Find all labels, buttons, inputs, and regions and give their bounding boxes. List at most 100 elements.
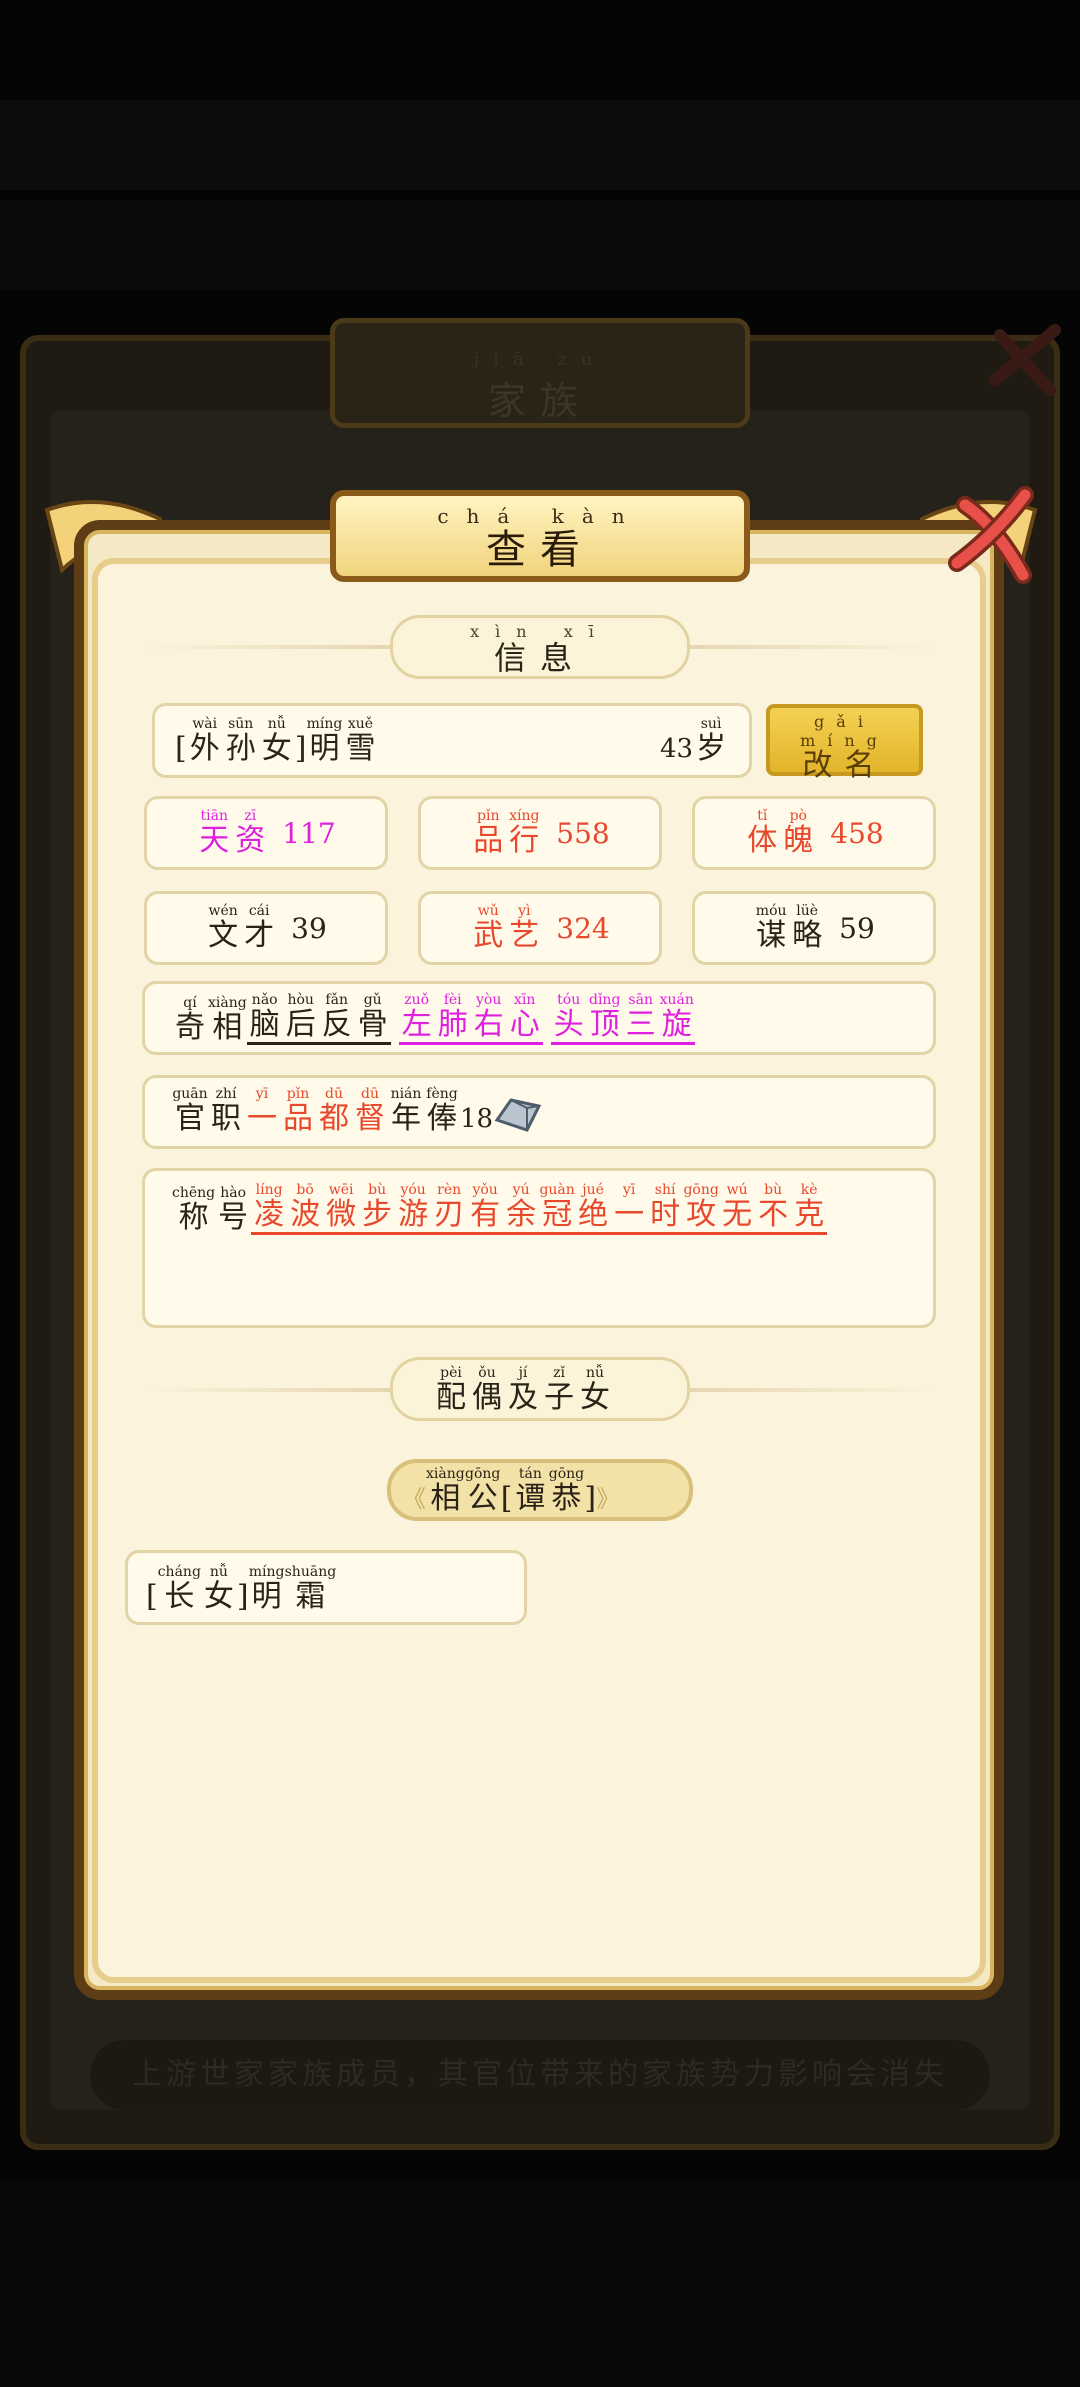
background-top-bar bbox=[0, 100, 1080, 190]
ruby-pinyin: lüè bbox=[796, 903, 819, 919]
ruby-hanzi: 心 bbox=[509, 1007, 540, 1042]
official-row: guān 官 zhí 职 yī 一 pǐn 品 dū 都 dū 督 nián 年 fèng 俸 18 bbox=[172, 1086, 543, 1136]
ruby-hanzi: 才 bbox=[244, 918, 275, 953]
ruby-char: xíng 行 bbox=[506, 808, 542, 858]
ruby-hanzi: 艺 bbox=[509, 918, 540, 953]
ruby-char: hào 号 bbox=[215, 1185, 251, 1235]
ruby-char: gōng 攻 bbox=[683, 1182, 719, 1232]
ruby-pinyin: gōng bbox=[683, 1182, 719, 1198]
ruby-char: gǔ 骨 bbox=[355, 992, 391, 1042]
ruby-hanzi: 子 bbox=[544, 1380, 574, 1415]
ruby-hanzi: 天 bbox=[199, 823, 230, 858]
ruby-pinyin: wén bbox=[208, 903, 238, 919]
ruby-char: nǚ 女 bbox=[259, 716, 295, 766]
ruby-char: wú 无 bbox=[719, 1182, 755, 1232]
ruby-pinyin: tán bbox=[518, 1466, 542, 1482]
ruby-pinyin: xiàng bbox=[426, 1466, 465, 1482]
stat-6: móu 谋 lüè 略 59 bbox=[692, 891, 936, 965]
relation-prefix: wài 外 sūn 孙 nǚ 女 bbox=[187, 716, 295, 766]
ruby-char: zhí 职 bbox=[208, 1086, 244, 1136]
ruby-hanzi: 骨 bbox=[357, 1007, 388, 1042]
ruby-pinyin: tǐ bbox=[757, 808, 768, 824]
rename-button[interactable]: gǎi míng 改名 bbox=[766, 704, 923, 782]
ruby-pinyin: jué bbox=[582, 1182, 604, 1198]
ruby-hanzi: 冠 bbox=[542, 1197, 573, 1232]
ruby-char: hòu 后 bbox=[283, 992, 319, 1042]
ruby-char: lüè 略 bbox=[789, 903, 825, 953]
background-close-icon bbox=[989, 324, 1061, 396]
salary-value: 18 bbox=[460, 1104, 494, 1134]
ruby-char: wēi 微 bbox=[323, 1182, 359, 1232]
ruby-hanzi: 女 bbox=[580, 1380, 610, 1415]
ornament-right: 》 bbox=[596, 1485, 621, 1513]
ruby-char: xiàng 相 bbox=[426, 1466, 465, 1516]
ruby-pinyin: gǔ bbox=[363, 992, 382, 1008]
bracket-close: ] bbox=[236, 1579, 249, 1614]
appearance-trait-1: nǎo 脑 hòu 后 fǎn 反 gǔ 骨 bbox=[246, 992, 391, 1045]
ruby-hanzi: 时 bbox=[650, 1197, 681, 1232]
ruby-pinyin: chēng bbox=[172, 1185, 216, 1201]
stat-label: pǐn 品 xíng 行 bbox=[470, 808, 542, 858]
ruby-char: guān 官 bbox=[172, 1086, 208, 1136]
ruby-char: xiàng 相 bbox=[208, 995, 247, 1045]
ruby-char: tǐ 体 bbox=[744, 808, 780, 858]
dialog-title-pinyin: chá kàn bbox=[437, 504, 643, 528]
dialog-title-text: 查看 bbox=[486, 527, 594, 573]
stat-5: wǔ 武 yì 艺 324 bbox=[418, 891, 662, 965]
ruby-pinyin: sūn bbox=[228, 716, 254, 732]
ruby-hanzi: 攻 bbox=[686, 1197, 717, 1232]
ruby-char: xīn 心 bbox=[507, 992, 543, 1042]
ruby-char: guàn 冠 bbox=[539, 1182, 575, 1232]
stat-value: 324 bbox=[556, 911, 610, 945]
ruby-hanzi: 右 bbox=[473, 1007, 504, 1042]
ruby-hanzi: 脑 bbox=[249, 1007, 280, 1042]
stat-label: tǐ 体 pò 魄 bbox=[744, 808, 816, 858]
ruby-char: yǒu 有 bbox=[467, 1182, 503, 1232]
spouse-name: 《 xiàng 相 gōng 公[tán 谭 gōng 恭] 》 bbox=[402, 1466, 620, 1516]
ruby-pinyin: míng bbox=[306, 716, 343, 732]
ruby-char: tán 谭 bbox=[512, 1466, 548, 1516]
ornament-left: 《 bbox=[402, 1485, 426, 1513]
ruby-pinyin: cháng bbox=[157, 1564, 201, 1580]
ruby-pinyin: yòu bbox=[476, 992, 502, 1008]
ruby-pinyin: shuāng bbox=[284, 1564, 337, 1580]
ruby-pinyin: yú bbox=[512, 1182, 530, 1198]
ruby-pinyin: jí bbox=[518, 1365, 528, 1381]
family-title-pinyin: jiā zú bbox=[473, 349, 607, 370]
ruby-pinyin: wú bbox=[726, 1182, 748, 1198]
stat-value: 458 bbox=[830, 816, 884, 850]
close-icon[interactable] bbox=[945, 485, 1035, 585]
ruby-char: tóu 头 bbox=[551, 992, 587, 1042]
ruby-char: pǐn 品 bbox=[470, 808, 506, 858]
ruby-char: rèn 刃 bbox=[431, 1182, 467, 1232]
ruby-pinyin: yì bbox=[518, 903, 531, 919]
ruby-hanzi: 霜 bbox=[295, 1579, 326, 1614]
ruby-pinyin: xuě bbox=[347, 716, 374, 732]
ruby-hanzi: 偶 bbox=[472, 1380, 502, 1415]
ruby-char: yī 一 bbox=[611, 1182, 647, 1232]
ruby-pinyin: kè bbox=[800, 1182, 818, 1198]
ruby-pinyin: pèi bbox=[440, 1365, 462, 1381]
ruby-hanzi: 明 bbox=[309, 731, 340, 766]
ruby-hanzi: 一 bbox=[614, 1197, 645, 1232]
ruby-char: pèi 配 bbox=[433, 1365, 469, 1415]
ruby-char: zuǒ 左 bbox=[399, 992, 435, 1042]
ruby-pinyin: xuán bbox=[659, 992, 694, 1008]
ruby-hanzi: 顶 bbox=[589, 1007, 620, 1042]
family-title: jiā zú 家族 bbox=[330, 318, 750, 428]
ruby-char: bù 步 bbox=[359, 1182, 395, 1232]
ruby-char: bù 不 bbox=[755, 1182, 791, 1232]
ruby-pinyin: nián bbox=[390, 1086, 422, 1102]
ruby-pinyin: yóu bbox=[400, 1182, 426, 1198]
ruby-hanzi: 相 bbox=[212, 1010, 243, 1045]
ruby-char: nǚ 女 bbox=[201, 1564, 237, 1614]
ruby-char: zǐ 子 bbox=[541, 1365, 577, 1415]
ruby-char: shí 时 bbox=[647, 1182, 683, 1232]
background-bottom-nav bbox=[0, 2180, 1080, 2387]
ruby-char: dǐng 顶 bbox=[587, 992, 623, 1042]
ruby-hanzi: 称 bbox=[178, 1200, 209, 1235]
ruby-hanzi: 不 bbox=[758, 1197, 789, 1232]
ruby-hanzi: 年 bbox=[391, 1101, 421, 1136]
ruby-pinyin: nǎo bbox=[251, 992, 278, 1008]
ruby-pinyin: fèi bbox=[443, 992, 462, 1008]
